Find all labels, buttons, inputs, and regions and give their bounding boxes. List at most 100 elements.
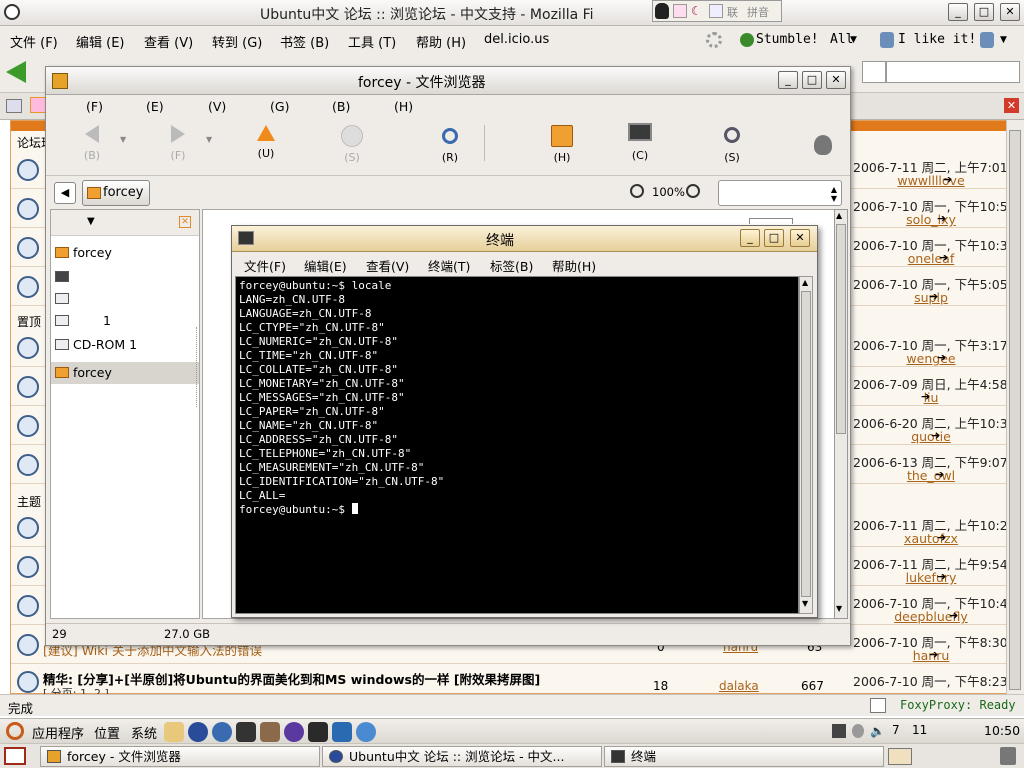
goto-post-icon[interactable]: ➔ (937, 531, 946, 544)
menu-file[interactable]: 文件 (F) (10, 32, 58, 51)
back-arrow-icon[interactable] (6, 61, 26, 83)
scroll-up-icon[interactable]: ▲ (836, 211, 842, 220)
menu-tabs[interactable]: 标签(B) (490, 256, 533, 275)
gimp-launcher-icon[interactable] (260, 722, 280, 742)
evolution-launcher-icon[interactable] (212, 722, 232, 742)
pane-divider[interactable] (196, 327, 200, 407)
workspace-switcher[interactable] (888, 748, 912, 765)
stumble-button[interactable]: Stumble! (756, 32, 819, 47)
terminal-scrollbar[interactable]: ▲ ▼ (799, 276, 813, 614)
network-tray-icon[interactable] (832, 724, 846, 738)
file-browser-minimize-button[interactable]: _ (778, 71, 798, 89)
goto-post-icon[interactable]: ➔ (939, 251, 948, 264)
user-link[interactable]: wwwllllove (871, 173, 991, 188)
page-info-icon[interactable] (870, 698, 886, 713)
user-link[interactable]: oneleaf (871, 251, 991, 266)
volume-tray-icon[interactable]: 🔈 (870, 724, 885, 738)
search-engine-icon[interactable] (862, 61, 886, 83)
menu-go[interactable]: 转到 (G) (212, 32, 262, 51)
menu-file[interactable]: (F) (86, 99, 103, 114)
search-input[interactable] (886, 61, 1020, 83)
scroll-up-icon[interactable]: ▲ (802, 278, 808, 287)
menu-view[interactable]: 查看(V) (366, 256, 409, 275)
terminal-maximize-button[interactable]: □ (764, 229, 784, 247)
ime-button-pinyin[interactable]: 拼音 (747, 4, 769, 20)
menu-file[interactable]: 文件(F) (244, 256, 286, 275)
terminal-screen[interactable]: forcey@ubuntu:~$ locale LANG=zh_CN.UTF-8 L… (235, 276, 799, 614)
home-button[interactable]: (H) (522, 125, 602, 164)
location-back-button[interactable]: ◀ (54, 182, 76, 204)
terminal-launcher-icon[interactable] (236, 722, 256, 742)
close-tab-icon[interactable]: ✕ (1004, 98, 1019, 113)
menu-tools[interactable]: 工具 (T) (348, 32, 396, 51)
user-link[interactable]: lukefury (871, 570, 991, 585)
network-launcher-icon[interactable] (356, 722, 376, 742)
terminal-close-button[interactable]: ✕ (790, 229, 810, 247)
sidebar-item-filesystem[interactable] (55, 288, 195, 310)
places-menu[interactable]: 位置 (94, 723, 120, 742)
close-sidebar-icon[interactable]: ✕ (179, 216, 191, 228)
forward-history-dropdown[interactable]: ▼ (206, 135, 212, 144)
sidebar-item-computer[interactable] (55, 266, 195, 288)
zoom-out-icon[interactable] (630, 184, 644, 198)
user-link[interactable]: the_owl (871, 468, 991, 483)
clock[interactable]: 10:50 (984, 723, 1020, 738)
stop-button[interactable]: (S) (312, 125, 392, 164)
goto-post-icon[interactable]: ➔ (929, 648, 938, 661)
scrollbar-thumb[interactable] (801, 291, 811, 597)
view-mode-select[interactable]: ▲ ▼ (718, 180, 842, 206)
menu-edit[interactable]: (E) (146, 99, 164, 114)
chevron-down-icon[interactable]: ▼ (850, 35, 857, 45)
goto-post-icon[interactable]: ➔ (937, 351, 946, 364)
goto-post-icon[interactable]: ➔ (929, 290, 938, 303)
sidebar-item-bookmark[interactable]: forcey (51, 362, 199, 384)
topic-title[interactable]: 精华: [分享]+[半原创]将Ubuntu的界面美化到和MS windows的一… (43, 669, 540, 688)
user-link[interactable]: solo_lxy (871, 212, 991, 227)
launcher-icon[interactable] (332, 722, 352, 742)
menu-bookmarks[interactable]: 书签 (B) (280, 32, 329, 51)
menu-help[interactable]: (H) (394, 99, 413, 114)
scrollbar-thumb[interactable] (836, 224, 846, 434)
firefox-launcher-icon[interactable] (188, 722, 208, 742)
menu-terminal[interactable]: 终端(T) (428, 256, 470, 275)
punctuation-icon[interactable] (709, 4, 723, 18)
user-link[interactable]: xautofzx (871, 531, 991, 546)
firefox-minimize-button[interactable]: _ (948, 3, 968, 21)
menu-edit[interactable]: 编辑 (E) (76, 32, 125, 51)
goto-post-icon[interactable]: ➔ (931, 429, 940, 442)
goto-post-icon[interactable]: ➔ (943, 173, 952, 186)
sidebar-type-dropdown[interactable]: ▼ (87, 216, 95, 227)
menu-view[interactable]: 查看 (V) (144, 32, 193, 51)
sidebar-item-cdrom[interactable]: CD-ROM 1 (55, 334, 195, 356)
firefox-app-icon[interactable] (4, 4, 20, 20)
file-view-scrollbar[interactable]: ▲ ▼ (834, 209, 848, 619)
zoom-in-icon[interactable] (686, 184, 700, 198)
sidebar-item-home[interactable]: forcey (55, 242, 195, 264)
goto-post-icon[interactable]: ➔ (935, 468, 944, 481)
firefox-scrollbar[interactable] (1006, 120, 1024, 695)
applications-menu[interactable]: 应用程序 (32, 723, 84, 742)
help-launcher-icon[interactable] (164, 722, 184, 742)
pidgin-launcher-icon[interactable] (284, 722, 304, 742)
location-path-button[interactable]: forcey (82, 180, 150, 206)
menu-edit[interactable]: 编辑(E) (304, 256, 347, 275)
author-link[interactable]: dalaka (719, 679, 759, 693)
ubuntu-logo-icon[interactable] (6, 722, 24, 740)
gear-icon[interactable] (706, 32, 722, 48)
goto-post-icon[interactable]: ➔ (921, 390, 930, 403)
up-button[interactable]: (U) (226, 125, 306, 160)
monitor-launcher-icon[interactable] (308, 722, 328, 742)
user-link[interactable]: liu (871, 390, 991, 405)
file-browser-maximize-button[interactable]: □ (802, 71, 822, 89)
firefox-maximize-button[interactable]: □ (974, 3, 994, 21)
computer-button[interactable]: (C) (600, 123, 680, 162)
foxyproxy-status[interactable]: FoxyProxy: Ready (900, 698, 1016, 712)
trash-icon[interactable] (1000, 747, 1016, 765)
terminal-minimize-button[interactable]: _ (740, 229, 760, 247)
chevron-down-icon[interactable]: ▼ (1000, 35, 1007, 45)
user-link[interactable]: deepbluefly (871, 609, 991, 624)
menu-go[interactable]: (G) (270, 99, 289, 114)
goto-post-icon[interactable]: ➔ (937, 212, 946, 225)
menu-help[interactable]: 帮助(H) (552, 256, 596, 275)
bulb-tray-icon[interactable] (852, 724, 864, 738)
